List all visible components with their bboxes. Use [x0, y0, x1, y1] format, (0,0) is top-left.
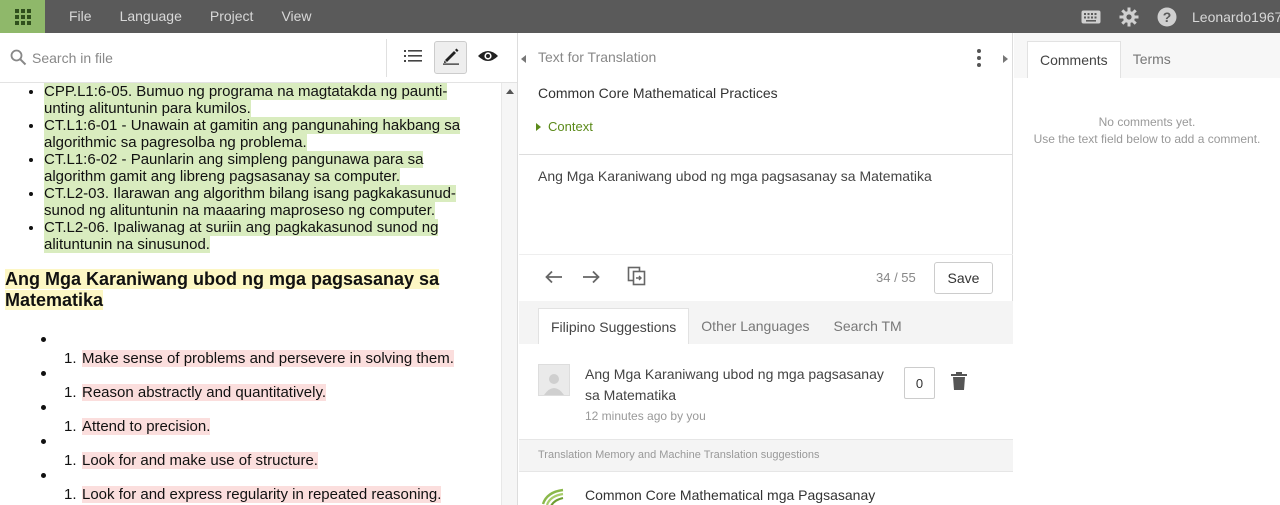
translation-editor-pane: Text for Translation Common Core Mathema… — [519, 33, 1013, 505]
empty-comments-message: No comments yet. Use the text field belo… — [1033, 115, 1261, 146]
copy-icon — [627, 266, 647, 290]
list-item[interactable]: CT.L1:6-01 - Unawain at gamitin ang pang… — [44, 117, 470, 151]
list-item[interactable]: CT.L2-06. Ipaliwanag at suriin ang pagka… — [44, 219, 470, 253]
search-in-file-input[interactable] — [32, 46, 372, 70]
copy-source-button[interactable] — [623, 265, 651, 291]
tab-filipino-suggestions[interactable]: Filipino Suggestions — [538, 308, 690, 344]
suggestion-meta: 12 minutes ago by you — [585, 409, 706, 423]
topbar-right: ? Leonardo1967 — [1072, 0, 1280, 33]
source-document-pane: CPP.L1:6-05. Bumuo ng programa na magtat… — [0, 33, 526, 505]
menu-view[interactable]: View — [267, 0, 325, 33]
tm-suggestion-text[interactable]: Common Core Mathematical mga Pagsasanay — [585, 487, 875, 503]
tab-comments[interactable]: Comments — [1027, 41, 1121, 78]
context-toggle[interactable]: Context — [536, 119, 593, 134]
list-item[interactable]: 1. Look for and express regularity in rep… — [0, 473, 490, 505]
suggestions-panel: Filipino Suggestions Other Languages Sea… — [519, 301, 1013, 505]
list-item[interactable]: CT.L1:6-02 - Paunlarin ang simpleng pang… — [44, 151, 470, 185]
translation-textarea[interactable]: Ang Mga Karaniwang ubod ng mga pagsasana… — [538, 168, 932, 184]
user-menu[interactable]: Leonardo1967 — [1186, 9, 1280, 25]
trash-icon[interactable] — [951, 372, 967, 394]
list-icon — [403, 48, 422, 67]
apps-grid-button[interactable] — [0, 0, 45, 33]
list-item[interactable]: 1. Attend to precision. — [0, 405, 490, 439]
main-menu: File Language Project View — [55, 0, 326, 33]
list-view-button[interactable] — [396, 41, 429, 74]
eye-icon — [477, 48, 499, 67]
keyboard-icon[interactable] — [1072, 0, 1110, 33]
next-segment-button[interactable] — [577, 265, 605, 291]
user-icon — [544, 374, 564, 395]
edit-mode-button[interactable] — [434, 41, 467, 74]
suggestion-text[interactable]: Ang Mga Karaniwang ubod ng mga pagsasana… — [585, 364, 885, 406]
pencil-icon — [442, 47, 460, 69]
list-item[interactable]: 1. Reason abstractly and quantitatively. — [0, 371, 490, 405]
objectives-list: CPP.L1:6-05. Bumuo ng programa na magtat… — [0, 83, 470, 253]
avatar — [538, 364, 570, 396]
vote-count[interactable]: 0 — [904, 367, 935, 399]
source-text: Common Core Mathematical Practices — [538, 85, 778, 101]
top-bar: File Language Project View ? Leonardo196… — [0, 0, 1280, 33]
svg-text:?: ? — [1163, 9, 1172, 25]
list-item[interactable]: CPP.L1:6-05. Bumuo ng programa na magtat… — [44, 83, 470, 117]
more-options-icon[interactable] — [976, 49, 982, 67]
tab-other-languages[interactable]: Other Languages — [689, 308, 821, 344]
list-item[interactable]: 1. Make sense of problems and persevere i… — [0, 337, 490, 371]
segment-counter: 34 / 55 — [876, 270, 916, 285]
tm-section-label: Translation Memory and Machine Translati… — [538, 449, 820, 461]
document-preview: CPP.L1:6-05. Bumuo ng programa na magtat… — [0, 83, 502, 505]
practices-list: 1. Make sense of problems and persevere i… — [0, 337, 490, 505]
gear-icon[interactable] — [1110, 0, 1148, 33]
grid-icon — [14, 8, 31, 25]
editor-header: Text for Translation — [519, 33, 1012, 83]
collapse-right-icon[interactable] — [1003, 55, 1008, 63]
current-segment-heading[interactable]: Ang Mga Karaniwang ubod ng mga pagsasana… — [5, 269, 475, 311]
search-icon — [10, 49, 27, 70]
list-item[interactable]: 1. Look for and make use of structure. — [0, 439, 490, 473]
suggestion-tabs: Filipino Suggestions Other Languages Sea… — [538, 308, 914, 344]
tab-search-tm[interactable]: Search TM — [822, 308, 914, 344]
arrow-right-icon — [582, 269, 600, 288]
machine-translation-logo-icon — [541, 488, 565, 505]
previous-segment-button[interactable] — [540, 265, 568, 291]
chevron-right-icon — [536, 122, 541, 131]
save-button[interactable]: Save — [934, 262, 993, 294]
menu-project[interactable]: Project — [196, 0, 268, 33]
divider — [519, 254, 1013, 255]
toolbar-divider — [386, 39, 387, 77]
suggestion-card[interactable]: Ang Mga Karaniwang ubod ng mga pagsasana… — [519, 344, 1013, 440]
preview-mode-button[interactable] — [471, 41, 504, 74]
tm-suggestion-card[interactable]: Common Core Mathematical mga Pagsasanay — [519, 471, 1013, 505]
menu-file[interactable]: File — [55, 0, 106, 33]
menu-language[interactable]: Language — [106, 0, 196, 33]
document-scrollbar[interactable] — [501, 83, 517, 505]
document-toolbar — [0, 33, 517, 83]
list-item[interactable]: CT.L2-03. Ilarawan ang algorithm bilang … — [44, 185, 470, 219]
scroll-up-icon[interactable] — [506, 89, 514, 94]
editor-title: Text for Translation — [538, 49, 657, 65]
tab-terms[interactable]: Terms — [1121, 41, 1183, 78]
arrow-left-icon — [545, 269, 563, 288]
divider — [519, 154, 1013, 155]
comments-body: No comments yet. Use the text field belo… — [1014, 78, 1280, 505]
comments-pane: Comments Terms No comments yet. Use the … — [1014, 33, 1280, 505]
comments-tabs: Comments Terms — [1027, 41, 1183, 78]
help-icon[interactable]: ? — [1148, 0, 1186, 33]
